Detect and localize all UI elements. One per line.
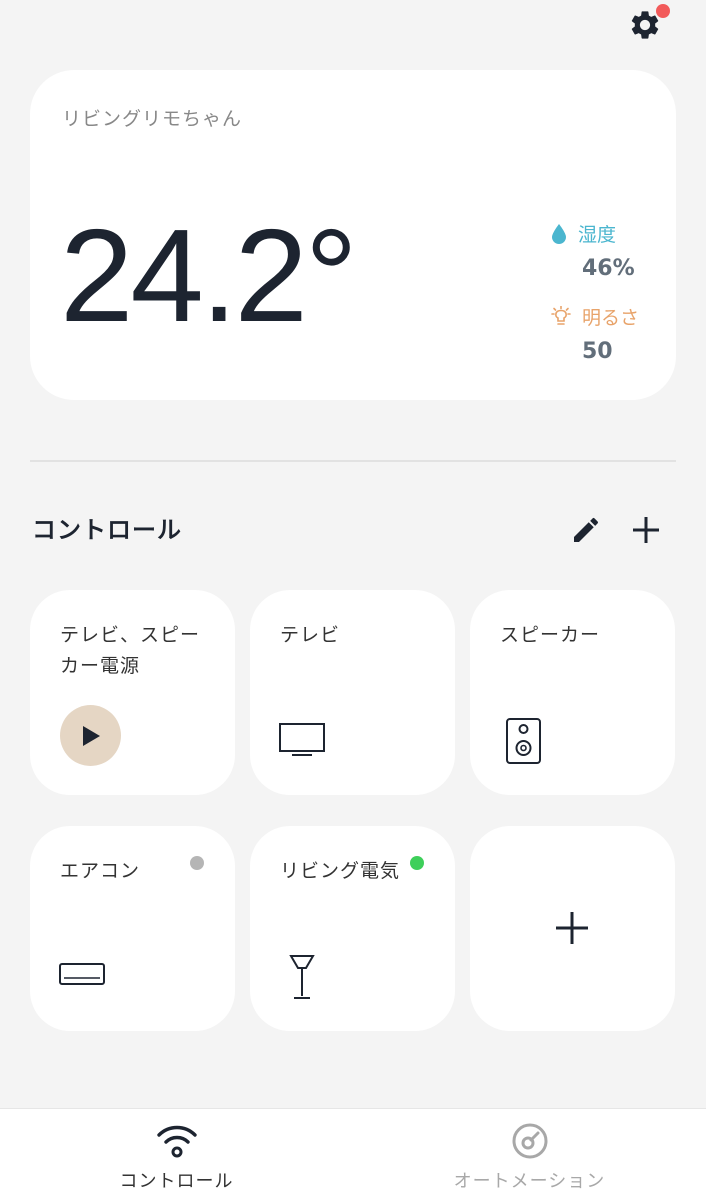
- brightness-value: 50: [582, 339, 613, 364]
- plus-icon: [633, 517, 659, 543]
- tile-label: リビング電気: [280, 860, 401, 882]
- add-control-tile[interactable]: [470, 826, 675, 1031]
- tile-label: エアコン: [60, 860, 141, 882]
- add-control-button[interactable]: [628, 512, 664, 548]
- tile-tv[interactable]: テレビ: [250, 590, 455, 795]
- plus-icon: [556, 912, 588, 944]
- tile-label: テレビ、スピーカー電源: [60, 624, 201, 677]
- wifi-icon: [156, 1125, 197, 1158]
- tile-speaker[interactable]: スピーカー: [470, 590, 675, 795]
- humidity-label: 湿度: [578, 224, 617, 246]
- bottom-navigation: コントロール オートメーション: [0, 1108, 706, 1200]
- light-bulb-icon: [551, 305, 571, 325]
- status-dot-on: [410, 856, 424, 870]
- brightness-label: 明るさ: [582, 307, 640, 329]
- speaker-icon: [506, 718, 541, 764]
- brightness-label-row: 明るさ: [550, 303, 639, 330]
- nav-label-control: コントロール: [119, 1171, 234, 1192]
- nav-tab-control[interactable]: コントロール: [0, 1109, 353, 1200]
- gauge-icon: [512, 1123, 547, 1159]
- tile-label: テレビ: [280, 624, 341, 646]
- controls-title: コントロール: [32, 516, 182, 544]
- nav-tab-automation[interactable]: オートメーション: [353, 1109, 706, 1200]
- status-dot-off: [190, 856, 204, 870]
- pencil-icon: [574, 517, 599, 542]
- air-conditioner-icon: [59, 963, 105, 985]
- edit-button[interactable]: [570, 514, 602, 546]
- lamp-icon: [289, 955, 315, 999]
- notification-dot: [656, 4, 670, 18]
- play-icon: [82, 725, 100, 746]
- device-name: リビングリモちゃん: [62, 108, 243, 130]
- tile-living-light[interactable]: リビング電気: [250, 826, 455, 1031]
- water-drop-icon: [552, 223, 566, 244]
- tv-icon: [279, 723, 325, 756]
- humidity-label-row: 湿度: [550, 220, 616, 247]
- section-divider: [30, 460, 676, 462]
- sensor-card[interactable]: リビングリモちゃん 24.2° 湿度 46% 明るさ 50: [30, 70, 676, 400]
- nav-label-automation: オートメーション: [453, 1171, 606, 1192]
- tile-tv-speaker-power[interactable]: テレビ、スピーカー電源: [30, 590, 235, 795]
- app-screen: リビングリモちゃん 24.2° 湿度 46% 明るさ 50 コントロール テレビ…: [0, 0, 706, 1200]
- humidity-value: 46%: [582, 256, 635, 281]
- tile-label: スピーカー: [500, 624, 601, 646]
- settings-button[interactable]: [624, 4, 670, 44]
- tile-air-conditioner[interactable]: エアコン: [30, 826, 235, 1031]
- play-button[interactable]: [60, 705, 121, 766]
- temperature-value: 24.2°: [60, 202, 358, 349]
